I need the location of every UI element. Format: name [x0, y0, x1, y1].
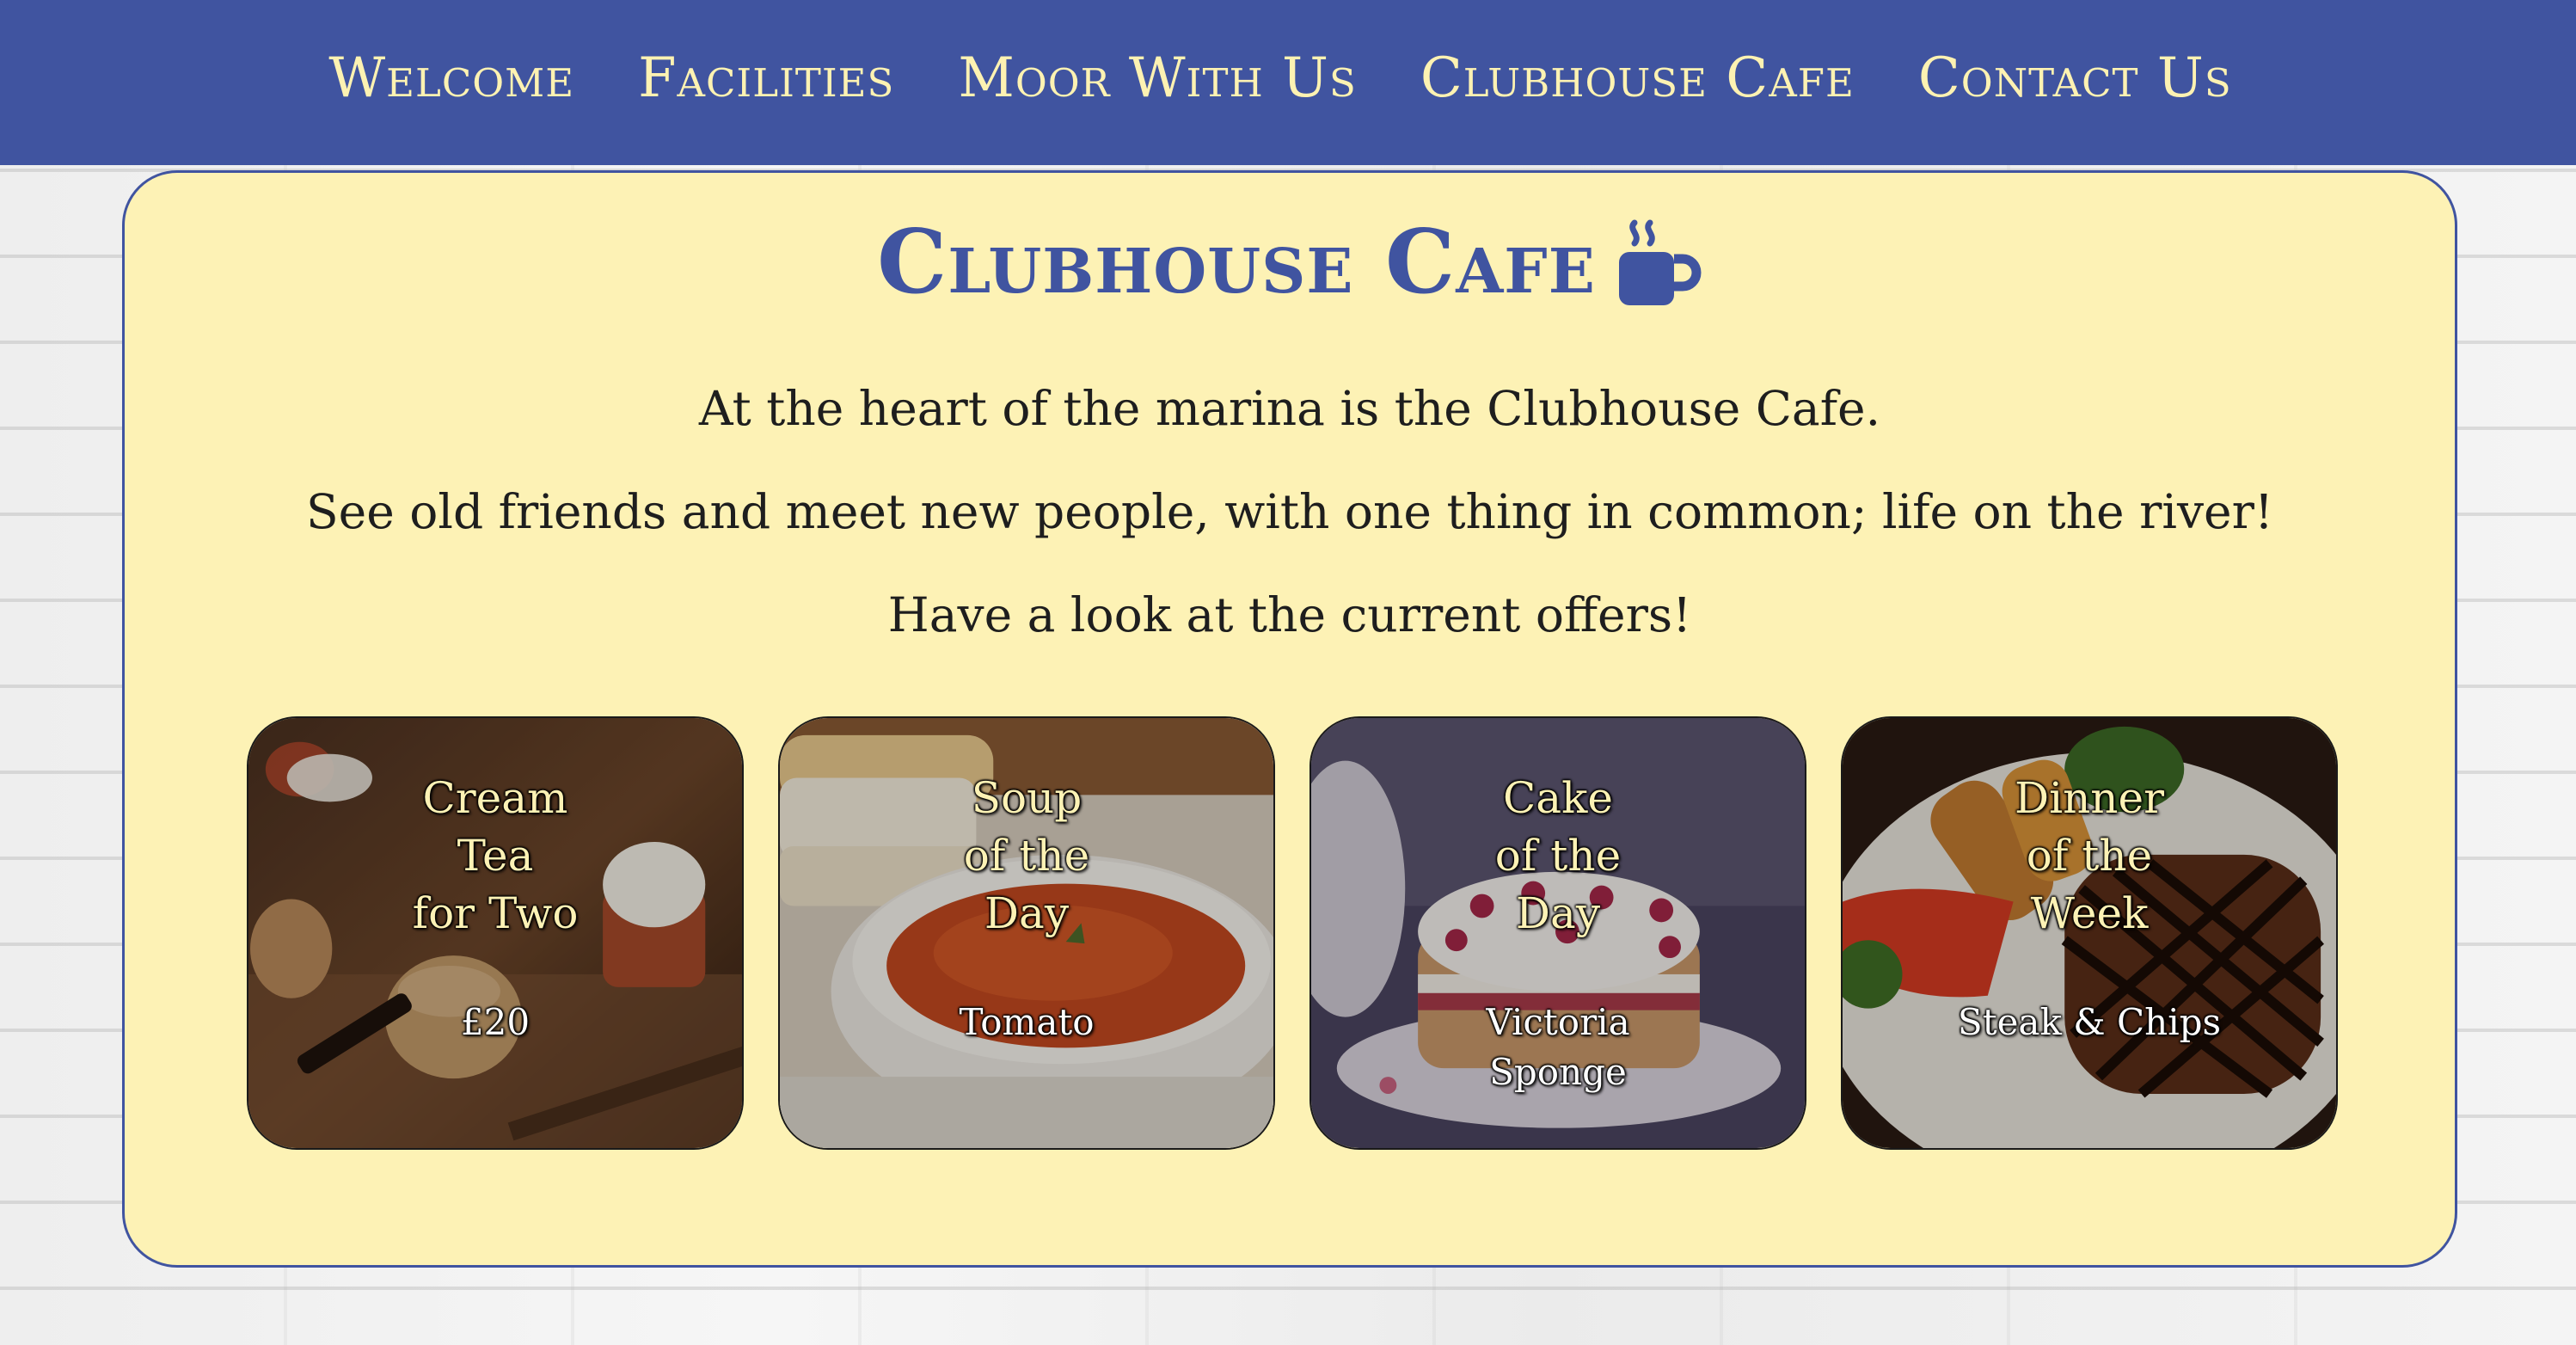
- offer-title: Cake of the Day: [1494, 773, 1622, 938]
- offer-detail: Steak & Chips: [1957, 1001, 2222, 1043]
- coffee-cup-icon: [1618, 219, 1702, 305]
- offer-detail: £20: [460, 1001, 531, 1043]
- nav-menu: Welcome Facilities Moor With Us Clubhous…: [328, 46, 2231, 110]
- nav-link-facilities[interactable]: Facilities: [638, 46, 894, 110]
- offer-card-cream-tea[interactable]: Cream Tea for Two £20: [247, 716, 744, 1150]
- top-navigation: Welcome Facilities Moor With Us Clubhous…: [0, 0, 2576, 165]
- offer-card-cake[interactable]: Cake of the Day Victoria Sponge: [1309, 716, 1806, 1150]
- title-row: Clubhouse Cafe: [125, 211, 2455, 314]
- offer-title: Soup of the Day: [963, 773, 1090, 938]
- offer-card-dinner[interactable]: Dinner of the Week Steak & Chips: [1841, 716, 2338, 1150]
- offer-title: Dinner of the Week: [2015, 773, 2164, 938]
- nav-link-clubhouse-cafe[interactable]: Clubhouse Cafe: [1420, 46, 1855, 110]
- offer-detail: Victoria Sponge: [1486, 1001, 1630, 1093]
- nav-link-contact-us[interactable]: Contact Us: [1918, 46, 2232, 110]
- offer-card-soup[interactable]: Soup of the Day Tomato: [778, 716, 1275, 1150]
- intro-paragraph-3: Have a look at the current offers!: [887, 587, 1692, 642]
- cafe-panel: Clubhouse Cafe At the heart of the marin…: [122, 170, 2457, 1268]
- intro-paragraph-1: At the heart of the marina is the Clubho…: [698, 381, 1881, 436]
- nav-link-moor-with-us[interactable]: Moor With Us: [958, 46, 1356, 110]
- offers-grid: Cream Tea for Two £20 Soup of the Day To…: [247, 716, 2338, 1150]
- offer-detail: Tomato: [959, 1001, 1095, 1043]
- intro-paragraph-2: See old friends and meet new people, wit…: [305, 484, 2273, 539]
- nav-link-welcome[interactable]: Welcome: [328, 46, 574, 110]
- offer-title: Cream Tea for Two: [412, 773, 579, 938]
- page-title: Clubhouse Cafe: [877, 211, 1596, 314]
